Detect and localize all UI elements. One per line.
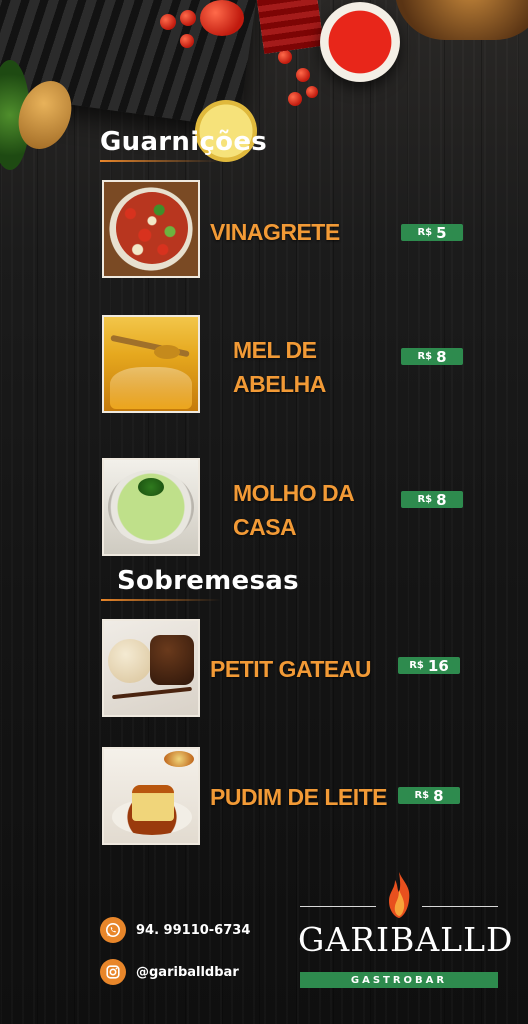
price-value: 5	[436, 223, 447, 242]
brand-tagline: GASTROBAR	[350, 974, 448, 986]
currency-label: R$	[409, 660, 424, 671]
price-value: 8	[436, 347, 447, 366]
item-name-line: MEL DE	[233, 337, 317, 363]
vinaigrette-bowl-image	[102, 180, 200, 278]
green-sauce-bowl-image	[102, 458, 200, 556]
section-title-text: Sobremesas	[117, 566, 299, 596]
instagram-contact[interactable]: @gariballdbar	[100, 959, 239, 985]
menu-page: Guarnições VINAGRETE R$ 5 MEL DE ABELHA …	[0, 0, 528, 1024]
item-name-line: VINAGRETE	[210, 219, 340, 245]
price-badge: R$ 8	[401, 347, 463, 366]
tomato-image	[180, 10, 196, 26]
tomato-image	[180, 34, 194, 48]
title-underline	[100, 160, 220, 162]
currency-label: R$	[417, 494, 433, 505]
sauce-bowl-image	[320, 2, 400, 82]
item-name-line: ABELHA	[233, 371, 326, 397]
brand-name: GARIBALLD	[298, 920, 514, 959]
price-value: 8	[436, 490, 447, 509]
tomato-image	[278, 50, 292, 64]
flame-icon	[389, 872, 410, 918]
price-badge: R$ 16	[398, 656, 460, 675]
phone-number: 94. 99110-6734	[136, 922, 251, 938]
logo-rule-right	[422, 906, 498, 907]
tomato-image	[288, 92, 302, 106]
whatsapp-icon	[100, 917, 126, 943]
currency-label: R$	[417, 351, 433, 362]
brand-tagline-bar: GASTROBAR	[300, 972, 498, 988]
phone-contact[interactable]: 94. 99110-6734	[100, 917, 250, 943]
logo-rule-left	[300, 906, 376, 907]
tomato-image	[306, 86, 318, 98]
instagram-handle: @gariballdbar	[136, 964, 239, 980]
item-name-petit-gateau: PETIT GATEAU	[210, 652, 371, 686]
section-title-guarnicoes: Guarnições	[100, 127, 268, 162]
petit-gateau-plate-image	[102, 619, 200, 717]
currency-label: R$	[414, 790, 430, 801]
price-value: 16	[427, 656, 449, 675]
fries-tray-image	[395, 0, 528, 40]
section-title-text: Guarnições	[100, 127, 268, 157]
item-name-line: PUDIM DE LEITE	[210, 784, 388, 810]
price-value: 8	[433, 786, 444, 805]
checkered-napkin-image	[256, 0, 324, 54]
title-underline	[101, 599, 221, 601]
item-name-mel-de-abelha: MEL DE ABELHA	[233, 333, 326, 401]
honey-jar-image	[102, 315, 200, 413]
flan-plate-image	[102, 747, 200, 845]
tomato-image	[160, 14, 176, 30]
instagram-icon	[100, 959, 126, 985]
item-name-line: MOLHO DA	[233, 480, 355, 506]
price-badge: R$ 5	[401, 223, 463, 242]
price-badge: R$ 8	[398, 786, 460, 805]
item-name-vinagrete: VINAGRETE	[210, 215, 340, 249]
item-name-molho-da-casa: MOLHO DA CASA	[233, 476, 355, 544]
price-badge: R$ 8	[401, 490, 463, 509]
tomato-image	[200, 0, 244, 36]
item-name-line: PETIT GATEAU	[210, 656, 371, 682]
item-name-pudim-de-leite: PUDIM DE LEITE	[210, 780, 388, 814]
currency-label: R$	[417, 227, 433, 238]
section-title-sobremesas: Sobremesas	[101, 566, 299, 601]
item-name-line: CASA	[233, 514, 297, 540]
tomato-image	[296, 68, 310, 82]
gariballd-logo: GARIBALLD GASTROBAR	[298, 870, 514, 992]
